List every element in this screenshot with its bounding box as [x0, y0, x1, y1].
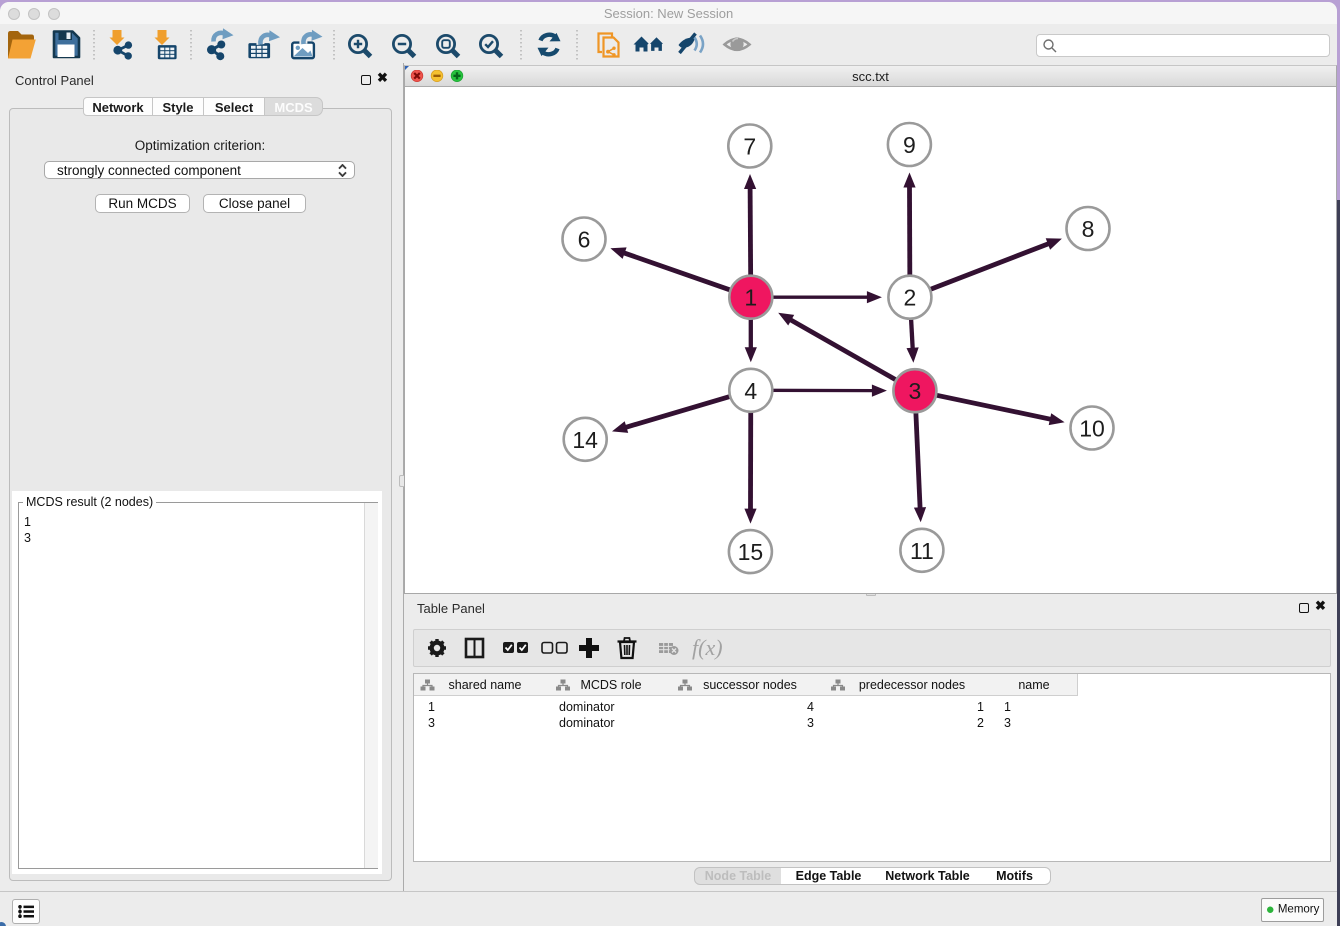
svg-text:10: 10	[1079, 416, 1105, 442]
svg-text:8: 8	[1082, 216, 1095, 242]
svg-text:predecessor nodes: predecessor nodes	[859, 678, 965, 692]
svg-text:4: 4	[744, 378, 757, 404]
svg-text:2: 2	[904, 285, 917, 311]
svg-text:14: 14	[572, 427, 598, 453]
svg-text:15: 15	[738, 539, 764, 565]
svg-text:1: 1	[744, 285, 757, 311]
svg-text:successor nodes: successor nodes	[703, 678, 797, 692]
svg-text:MCDS role: MCDS role	[580, 678, 641, 692]
svg-text:shared name: shared name	[449, 678, 522, 692]
svg-text:6: 6	[578, 227, 591, 253]
svg-text:9: 9	[903, 132, 916, 158]
svg-text:11: 11	[910, 538, 934, 564]
svg-text:f(x): f(x)	[692, 635, 723, 660]
svg-text:7: 7	[743, 134, 756, 160]
svg-text:3: 3	[909, 378, 922, 404]
